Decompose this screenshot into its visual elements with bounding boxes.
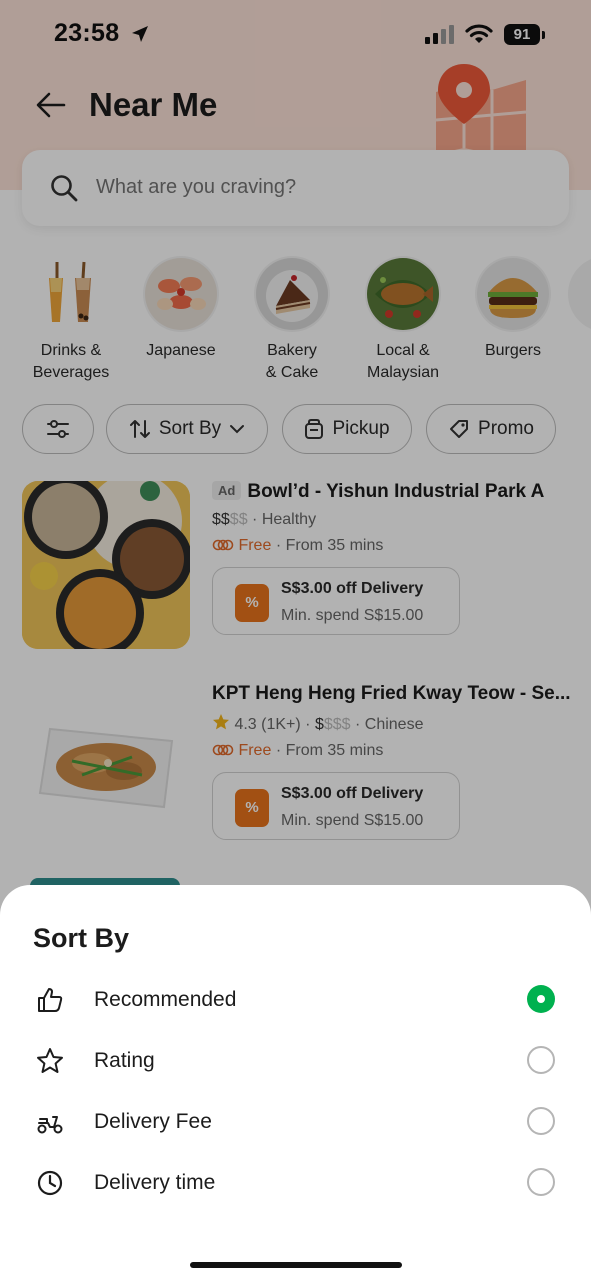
sort-option-delivery-fee[interactable]: Delivery Fee [0, 1093, 591, 1154]
radio-unselected[interactable] [527, 1107, 555, 1135]
sort-option-label: Delivery time [94, 1171, 216, 1194]
home-indicator[interactable] [190, 1262, 402, 1268]
radio-unselected[interactable] [527, 1046, 555, 1074]
sort-option-recommended[interactable]: Recommended [0, 971, 591, 1032]
sort-option-label: Delivery Fee [94, 1110, 212, 1133]
sheet-title: Sort By [33, 923, 130, 953]
scooter-icon [37, 1116, 63, 1134]
sort-option-label: Recommended [94, 988, 237, 1011]
radio-unselected[interactable] [527, 1168, 555, 1196]
star-icon [37, 1048, 63, 1073]
sort-option-rating[interactable]: Rating [0, 1032, 591, 1093]
sort-by-sheet: Sort By Recommended Rating Delivery Fee [0, 885, 591, 1280]
sort-option-delivery-time[interactable]: Delivery time [0, 1154, 591, 1215]
radio-selected[interactable] [527, 985, 555, 1013]
sort-option-label: Rating [94, 1049, 155, 1072]
near-me-screen: 23:58 91 Near Me What are you craving? D… [0, 0, 591, 1280]
clock-icon [37, 1170, 63, 1196]
thumbs-up-icon [38, 988, 63, 1012]
